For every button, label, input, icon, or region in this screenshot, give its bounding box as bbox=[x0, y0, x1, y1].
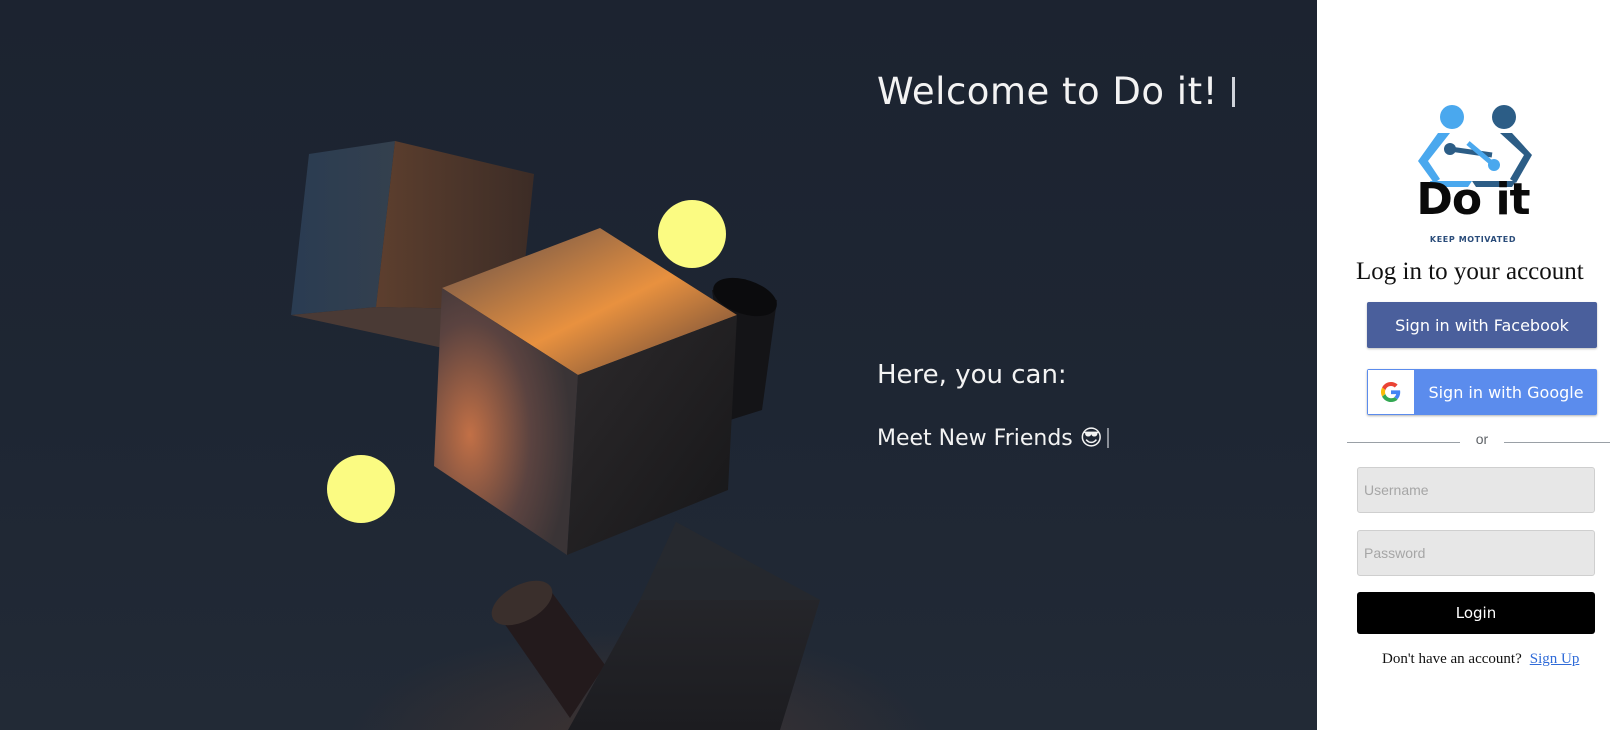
hero-title-text: Welcome to Do it! bbox=[877, 70, 1218, 113]
brand-tagline: KEEP MOTIVATED bbox=[1429, 235, 1517, 244]
divider-line-right bbox=[1504, 442, 1610, 443]
login-button[interactable]: Login bbox=[1357, 592, 1595, 634]
login-heading: Log in to your account bbox=[1356, 258, 1584, 285]
google-signin-button[interactable]: Sign in with Google bbox=[1367, 369, 1597, 415]
google-g-icon bbox=[1381, 382, 1401, 402]
username-input[interactable] bbox=[1357, 467, 1595, 513]
signup-prompt: Don't have an account? Sign Up bbox=[1382, 651, 1610, 668]
no-account-text: Don't have an account? bbox=[1382, 651, 1522, 667]
login-panel: Do it KEEP MOTIVATED Log in to your acco… bbox=[1317, 0, 1610, 730]
hero-typed-text: Meet New Friends 😎 bbox=[877, 426, 1109, 451]
signup-link[interactable]: Sign Up bbox=[1530, 651, 1580, 667]
brand-name: Do it bbox=[1416, 174, 1530, 225]
hero-title: Welcome to Do it! bbox=[877, 70, 1235, 113]
divider-or-text: or bbox=[1475, 431, 1489, 447]
typed-feature-text: Meet New Friends 😎 bbox=[877, 426, 1103, 451]
facebook-signin-button[interactable]: Sign in with Facebook bbox=[1367, 302, 1597, 348]
or-divider: or bbox=[1347, 431, 1610, 451]
typing-cursor bbox=[1106, 428, 1109, 448]
hero-subtitle: Here, you can: bbox=[877, 360, 1067, 390]
typing-cursor bbox=[1231, 77, 1235, 107]
facebook-signin-label: Sign in with Facebook bbox=[1395, 315, 1569, 335]
google-signin-label: Sign in with Google bbox=[1428, 382, 1584, 402]
hero-panel: Welcome to Do it! Here, you can: Meet Ne… bbox=[0, 0, 1317, 730]
password-input[interactable] bbox=[1357, 530, 1595, 576]
divider-line-left bbox=[1347, 442, 1460, 443]
google-icon-box bbox=[1368, 370, 1414, 414]
